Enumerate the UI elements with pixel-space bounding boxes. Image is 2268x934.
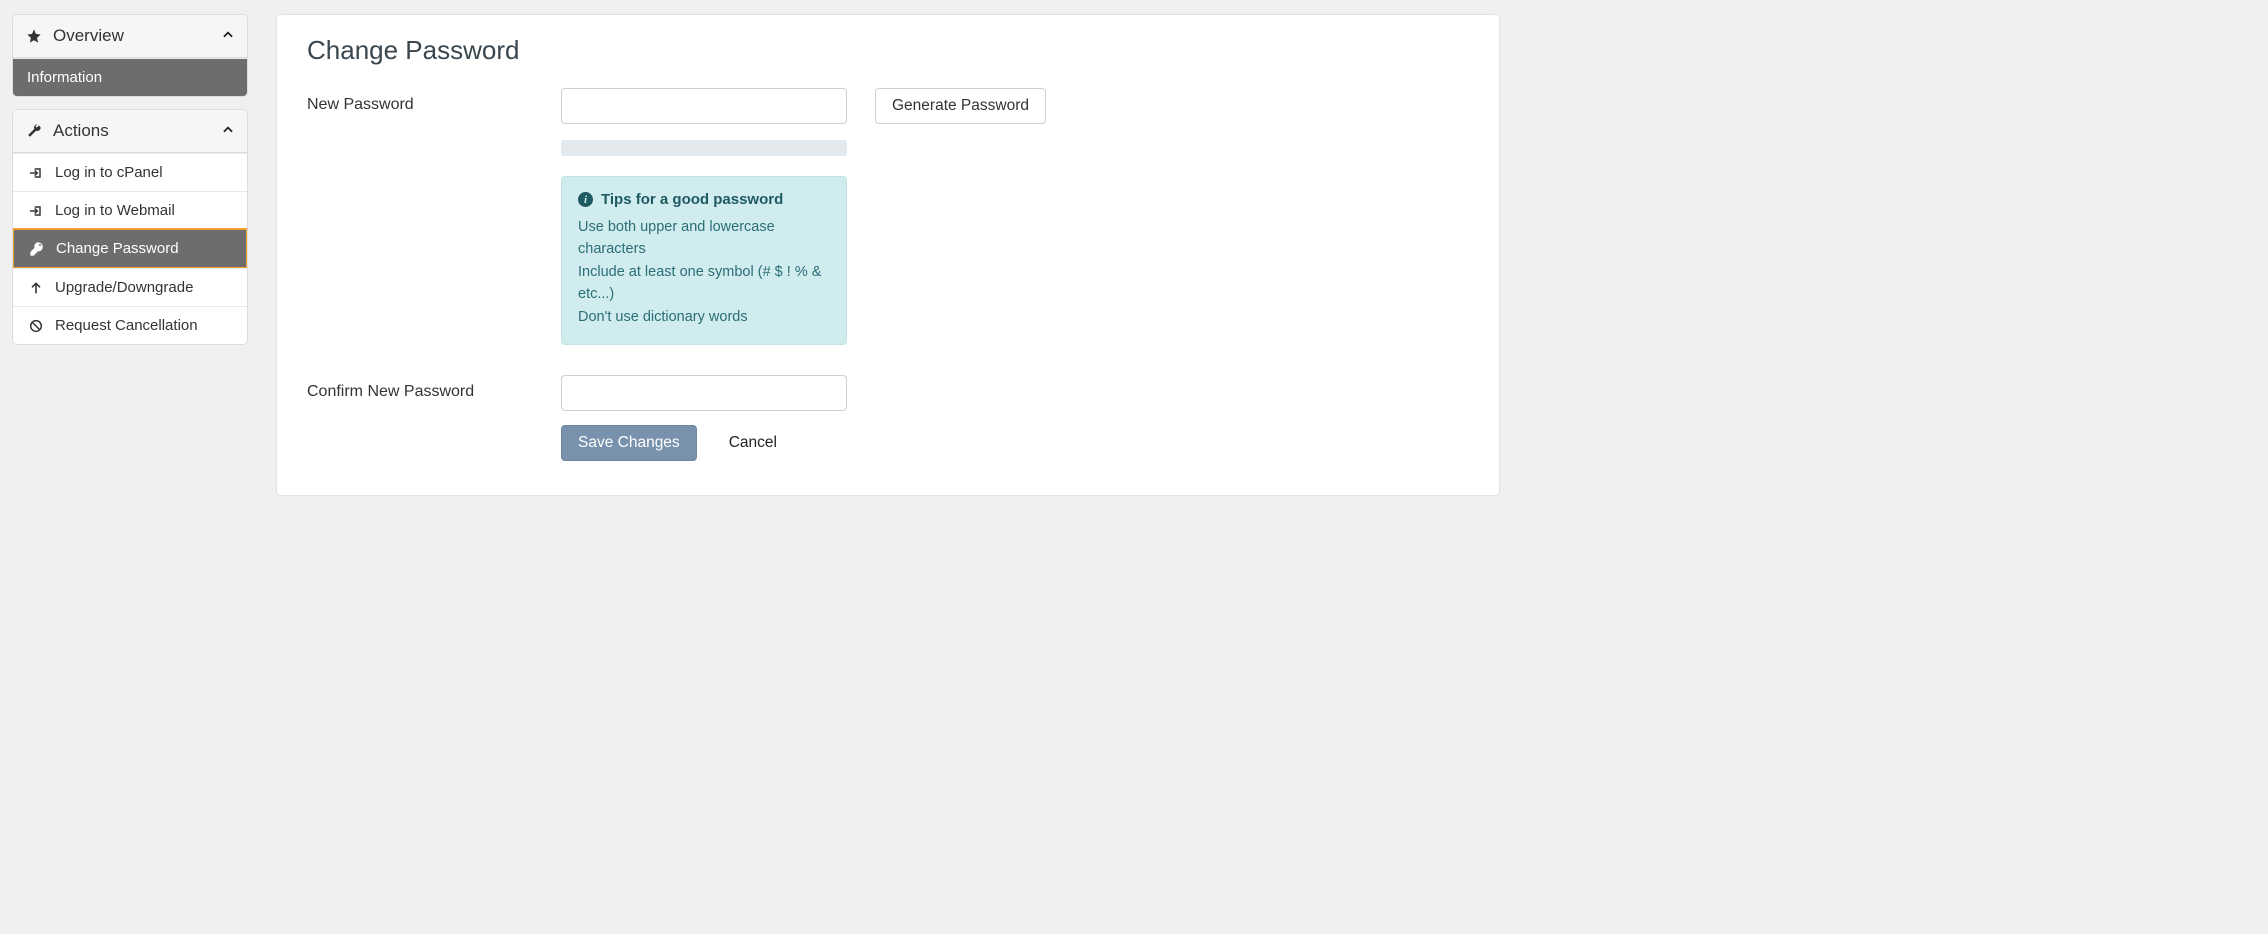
main-panel: Change Password New Password Generate Pa… — [276, 14, 1500, 496]
tips-heading: i Tips for a good password — [578, 191, 830, 208]
sidebar-item-change-password[interactable]: Change Password — [12, 228, 248, 269]
sidebar: Overview Information Actions — [12, 14, 248, 496]
tips-line: Don't use dictionary words — [578, 306, 830, 328]
sidebar-item-request-cancellation[interactable]: Request Cancellation — [13, 306, 247, 344]
sidebar-item-label: Log in to cPanel — [55, 164, 163, 181]
sidebar-item-label: Log in to Webmail — [55, 202, 175, 219]
sidebar-item-upgrade-downgrade[interactable]: Upgrade/Downgrade — [13, 268, 247, 306]
chevron-up-icon — [221, 123, 235, 140]
password-strength-meter — [561, 140, 847, 156]
info-icon: i — [578, 192, 593, 207]
sidebar-overview-title: Overview — [53, 26, 211, 46]
key-icon — [28, 241, 46, 257]
tips-line: Use both upper and lowercase characters — [578, 216, 830, 261]
tips-line: Include at least one symbol (# $ ! % & e… — [578, 261, 830, 306]
login-icon — [27, 165, 45, 181]
ban-icon — [27, 318, 45, 334]
form-button-row: Save Changes Cancel — [561, 425, 1469, 461]
cancel-button[interactable]: Cancel — [713, 426, 793, 461]
sidebar-panel-actions: Actions Log in to cPanel Log in to Webma… — [12, 109, 248, 345]
star-icon — [25, 28, 43, 44]
sidebar-actions-title: Actions — [53, 121, 211, 141]
save-changes-button[interactable]: Save Changes — [561, 425, 697, 461]
wrench-icon — [25, 123, 43, 139]
sidebar-item-information[interactable]: Information — [13, 58, 247, 96]
label-new-password: New Password — [307, 88, 561, 114]
confirm-password-input[interactable] — [561, 375, 847, 411]
sidebar-panel-overview: Overview Information — [12, 14, 248, 97]
chevron-up-icon — [221, 28, 235, 45]
page-title: Change Password — [307, 35, 1469, 66]
tips-heading-text: Tips for a good password — [601, 191, 783, 208]
arrow-up-icon — [27, 280, 45, 296]
password-tips-box: i Tips for a good password Use both uppe… — [561, 176, 847, 345]
row-confirm-password: Confirm New Password — [307, 375, 1469, 411]
label-confirm-password: Confirm New Password — [307, 375, 561, 401]
row-new-password: New Password Generate Password — [307, 88, 1469, 124]
sidebar-item-label: Request Cancellation — [55, 317, 198, 334]
login-icon — [27, 203, 45, 219]
generate-password-button[interactable]: Generate Password — [875, 88, 1046, 124]
sidebar-item-login-cpanel[interactable]: Log in to cPanel — [13, 153, 247, 191]
sidebar-overview-header[interactable]: Overview — [13, 15, 247, 58]
sidebar-actions-header[interactable]: Actions — [13, 110, 247, 153]
sidebar-item-label: Upgrade/Downgrade — [55, 279, 193, 296]
sidebar-item-label: Change Password — [56, 240, 179, 257]
sidebar-item-label: Information — [27, 69, 102, 86]
sidebar-item-login-webmail[interactable]: Log in to Webmail — [13, 191, 247, 229]
new-password-input[interactable] — [561, 88, 847, 124]
